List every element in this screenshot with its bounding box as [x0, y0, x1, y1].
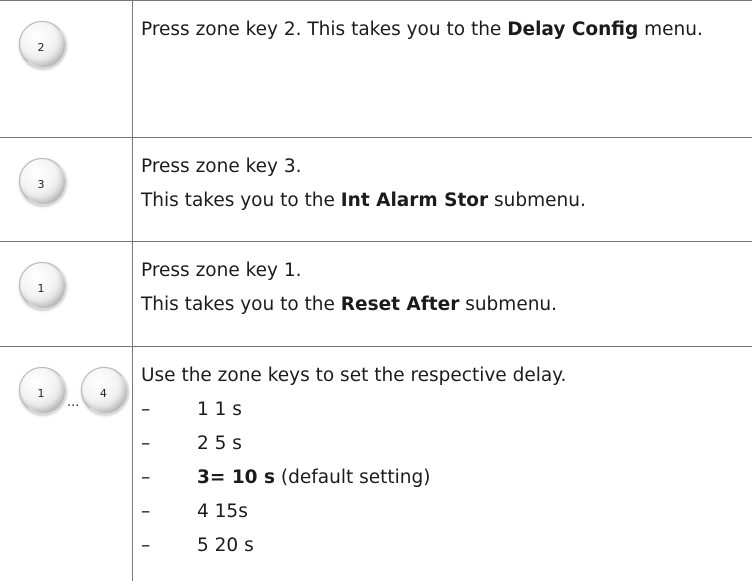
zone-key-1-icon: 1: [19, 367, 65, 413]
submenu-name: Reset After: [341, 294, 460, 315]
zone-key-3-icon: 3: [19, 158, 65, 204]
submenu-name: Int Alarm Stor: [341, 190, 488, 211]
step-row: 1 ... 4 Use the zone keys to set the res…: [0, 347, 752, 581]
key-cell: 1: [0, 242, 133, 347]
procedure-table: 2 Press zone key 2. This takes you to th…: [0, 0, 752, 581]
menu-name: Delay Config: [507, 19, 638, 40]
list-item: –2 5 s: [141, 427, 744, 461]
key-cell: 1 ... 4: [0, 347, 133, 581]
instruction-cell: Use the zone keys to set the respective …: [133, 347, 752, 581]
instruction-cell: Press zone key 1. This takes you to the …: [133, 242, 752, 347]
instruction-line: Use the zone keys to set the respective …: [141, 359, 744, 393]
instruction-text: Press zone key 2. This takes you to the …: [141, 19, 703, 40]
instruction-cell: Press zone key 3. This takes you to the …: [133, 138, 752, 242]
list-dash: –: [141, 393, 197, 427]
zone-key-2-icon: 2: [19, 21, 65, 67]
range-ellipsis: ...: [67, 396, 79, 409]
step-row: 2 Press zone key 2. This takes you to th…: [0, 1, 752, 138]
instruction-line: Press zone key 1.: [141, 254, 744, 288]
step-row: 3 Press zone key 3. This takes you to th…: [0, 138, 752, 242]
key-cell: 2: [0, 1, 133, 138]
instruction-line: Press zone key 3.: [141, 150, 744, 184]
list-dash: –: [141, 529, 197, 563]
list-item: –5 20 s: [141, 529, 744, 563]
list-item: –4 15s: [141, 495, 744, 529]
default-option: 3= 10 s: [197, 467, 275, 488]
instruction-line: This takes you to the Reset After submen…: [141, 288, 744, 322]
instruction-cell: Press zone key 2. This takes you to the …: [133, 1, 752, 138]
list-dash: –: [141, 427, 197, 461]
key-cell: 3: [0, 138, 133, 242]
zone-key-4-icon: 4: [81, 367, 127, 413]
instruction-line: This takes you to the Int Alarm Stor sub…: [141, 184, 744, 218]
list-dash: –: [141, 461, 197, 495]
list-item: –3= 10 s (default setting): [141, 461, 744, 495]
step-row: 1 Press zone key 1. This takes you to th…: [0, 242, 752, 347]
list-dash: –: [141, 495, 197, 529]
zone-key-1-icon: 1: [19, 262, 65, 308]
list-item: –1 1 s: [141, 393, 744, 427]
